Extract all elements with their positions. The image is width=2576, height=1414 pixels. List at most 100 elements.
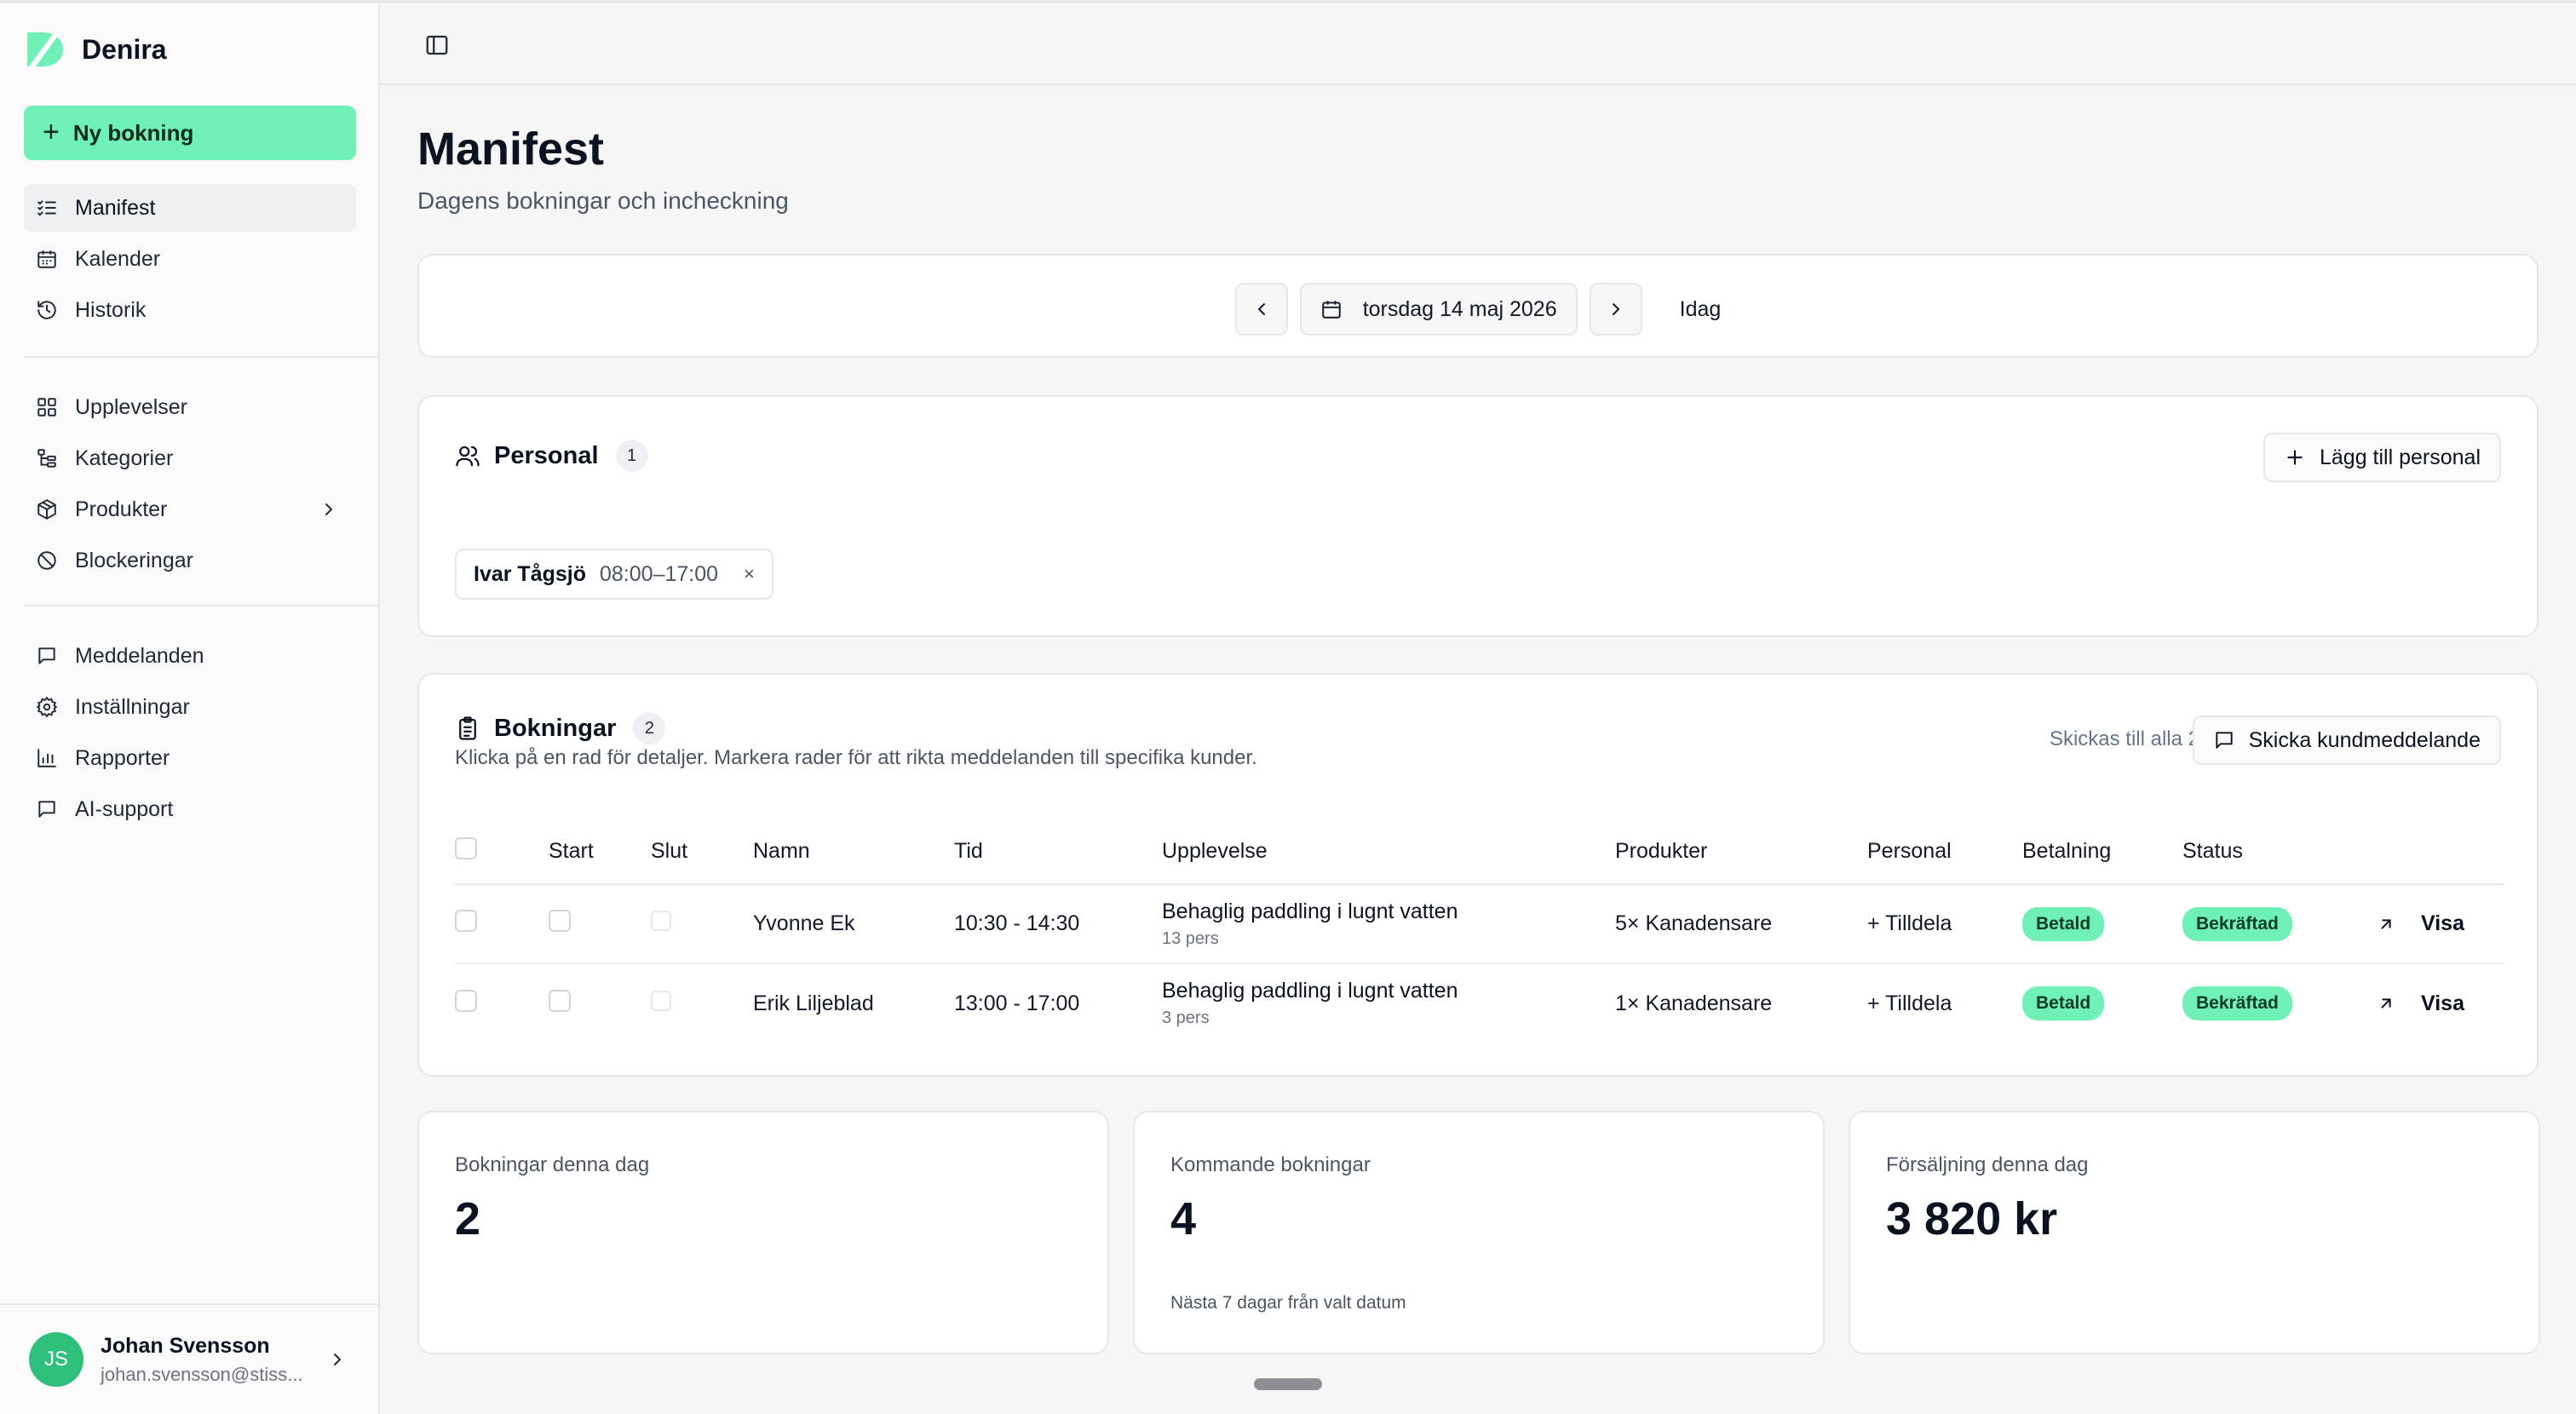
column-header[interactable]: Upplevelse [1162,819,1615,885]
nav-group-main: Manifest Kalender Historik [24,184,356,337]
column-header[interactable]: Tid [954,819,1162,885]
send-message-label: Skicka kundmeddelande [2248,727,2481,752]
grid-icon [37,398,56,417]
sidebar-item-historik[interactable]: Historik [24,286,356,334]
history-icon [37,301,56,319]
sidebar-item-upplevelser[interactable]: Upplevelser [24,383,356,431]
sidebar-toggle-icon[interactable] [424,32,450,58]
calendar-icon [37,250,56,268]
sidebar-divider [24,356,380,358]
bookings-card: Bokningar 2 Klicka på en rad för detalje… [417,673,2539,1077]
denira-logo-icon [27,32,63,66]
topbar [380,3,2576,85]
next-day-button[interactable] [1589,283,1642,336]
booking-products: 5× Kanadensare [1615,884,1867,964]
booking-people: 3 pers [1162,1009,1210,1027]
end-checkout-checkbox[interactable] [651,990,671,1011]
brand-name: Denira [82,33,167,65]
avatar: JS [29,1332,83,1387]
close-icon[interactable]: × [744,563,755,585]
select-all-checkbox[interactable] [455,837,477,859]
user-email: johan.svensson@stiss... [101,1363,303,1385]
sidebar-item-manifest[interactable]: Manifest [24,184,356,232]
table-row[interactable]: Erik Liljeblad 13:00 - 17:00 Behaglig pa… [455,963,2504,1043]
booking-time: 13:00 - 17:00 [954,991,1080,1015]
staff-chip[interactable]: Ivar Tågsjö 08:00–17:00 × [455,549,773,600]
sidebar-item-blockeringar[interactable]: Blockeringar [24,537,356,584]
user-menu[interactable]: JS Johan Svensson johan.svensson@stiss..… [0,1303,378,1414]
booking-name: Yvonne Ek [753,884,954,964]
arrow-up-right-icon [2381,998,2391,1009]
row-select-checkbox[interactable] [455,989,477,1012]
chevron-right-icon[interactable] [319,499,339,520]
sidebar-item-label: Blockeringar [75,548,193,572]
column-header[interactable]: Status [2182,819,2377,885]
staff-chip-time: 08:00–17:00 [600,561,719,586]
booking-name: Erik Liljeblad [753,991,874,1015]
stat-value: 4 [1170,1193,1197,1244]
sidebar-item-kalender[interactable]: Kalender [24,235,356,283]
bookings-table: Start Slut Namn Tid Upplevelse Produkter… [455,819,2504,1043]
new-booking-label: Ny bokning [72,119,194,146]
drag-handle[interactable] [1254,1378,1322,1390]
sidebar-item-installningar[interactable]: Inställningar [24,683,356,731]
chevron-left-icon [1257,303,1265,315]
new-booking-button[interactable]: + Ny bokning [24,106,356,160]
send-to-all-text: Skickas till alla 2 [2049,727,2199,750]
status-badge: Bekräftad [2182,986,2292,1020]
date-picker-button[interactable]: torsdag 14 maj 2026 [1299,283,1578,336]
column-header[interactable]: Betalning [2022,819,2182,885]
end-checkout-checkbox[interactable] [651,911,671,931]
sidebar-item-label: Manifest [75,195,156,220]
stat-value: 3 820 kr [1886,1193,2058,1244]
view-label: Visa [2421,991,2464,1015]
payment-badge: Betald [2022,986,2105,1020]
sidebar-item-produkter[interactable]: Produkter [24,486,356,533]
prev-day-button[interactable] [1234,283,1288,336]
add-staff-button[interactable]: Lägg till personal [2263,433,2501,482]
sidebar-item-ai-support[interactable]: AI-support [24,785,356,833]
assign-staff-link[interactable]: + Tilldela [1867,884,2022,964]
assign-staff-link[interactable]: + Tilldela [1867,963,2022,1043]
calendar-icon [1321,301,1341,319]
column-header[interactable]: Namn [753,819,954,885]
status-badge: Bekräftad [2182,906,2292,941]
sidebar-item-label: Historik [75,297,147,322]
chevron-right-icon [1612,303,1620,315]
sidebar-item-label: Inställningar [75,694,190,719]
booking-experience: Behaglig paddling i lugnt vatten [1162,899,1458,923]
sidebar-item-rapporter[interactable]: Rapporter [24,734,356,782]
sidebar-item-kategorier[interactable]: Kategorier [24,434,356,482]
view-booking-button[interactable]: Visa [2377,992,2504,1016]
sidebar-item-label: Produkter [75,497,168,521]
stat-label: Försäljning denna dag [1886,1153,2089,1176]
sidebar-divider [24,605,380,606]
bar-chart-icon [37,749,56,767]
clipboard-icon [459,716,476,740]
view-booking-button[interactable]: Visa [2377,911,2504,936]
stat-note: Nästa 7 dagar från valt datum [1170,1293,1406,1313]
gear-icon [36,696,58,718]
stat-card-sales-today: Försäljning denna dag 3 820 kr [1849,1111,2540,1354]
booking-people: 13 pers [1162,928,1219,948]
start-checkin-checkbox[interactable] [549,910,571,932]
table-row[interactable]: Yvonne Ek 10:30 - 14:30 Behaglig paddlin… [455,884,2504,964]
row-select-checkbox[interactable] [455,910,477,932]
payment-badge: Betald [2022,906,2105,941]
page-title: Manifest [417,124,605,175]
sidebar-item-meddelanden[interactable]: Meddelanden [24,632,356,680]
plus-icon [2287,450,2303,465]
chevron-right-icon[interactable] [327,1349,348,1370]
column-header[interactable]: Produkter [1615,819,1867,885]
today-button[interactable]: Idag [1680,297,1722,322]
send-customer-message-button[interactable]: Skicka kundmeddelande [2192,716,2501,765]
column-header[interactable]: Personal [1867,819,2022,885]
stat-label: Kommande bokningar [1170,1153,1371,1176]
sidebar-item-label: Kategorier [75,445,174,470]
bookings-description: Klicka på en rad för detaljer. Markera r… [455,746,1257,769]
start-checkin-checkbox[interactable] [549,989,571,1012]
user-name: Johan Svensson [101,1333,270,1358]
column-header[interactable]: Start [549,819,651,885]
brand[interactable]: Denira [24,29,167,70]
column-header[interactable]: Slut [651,819,753,885]
